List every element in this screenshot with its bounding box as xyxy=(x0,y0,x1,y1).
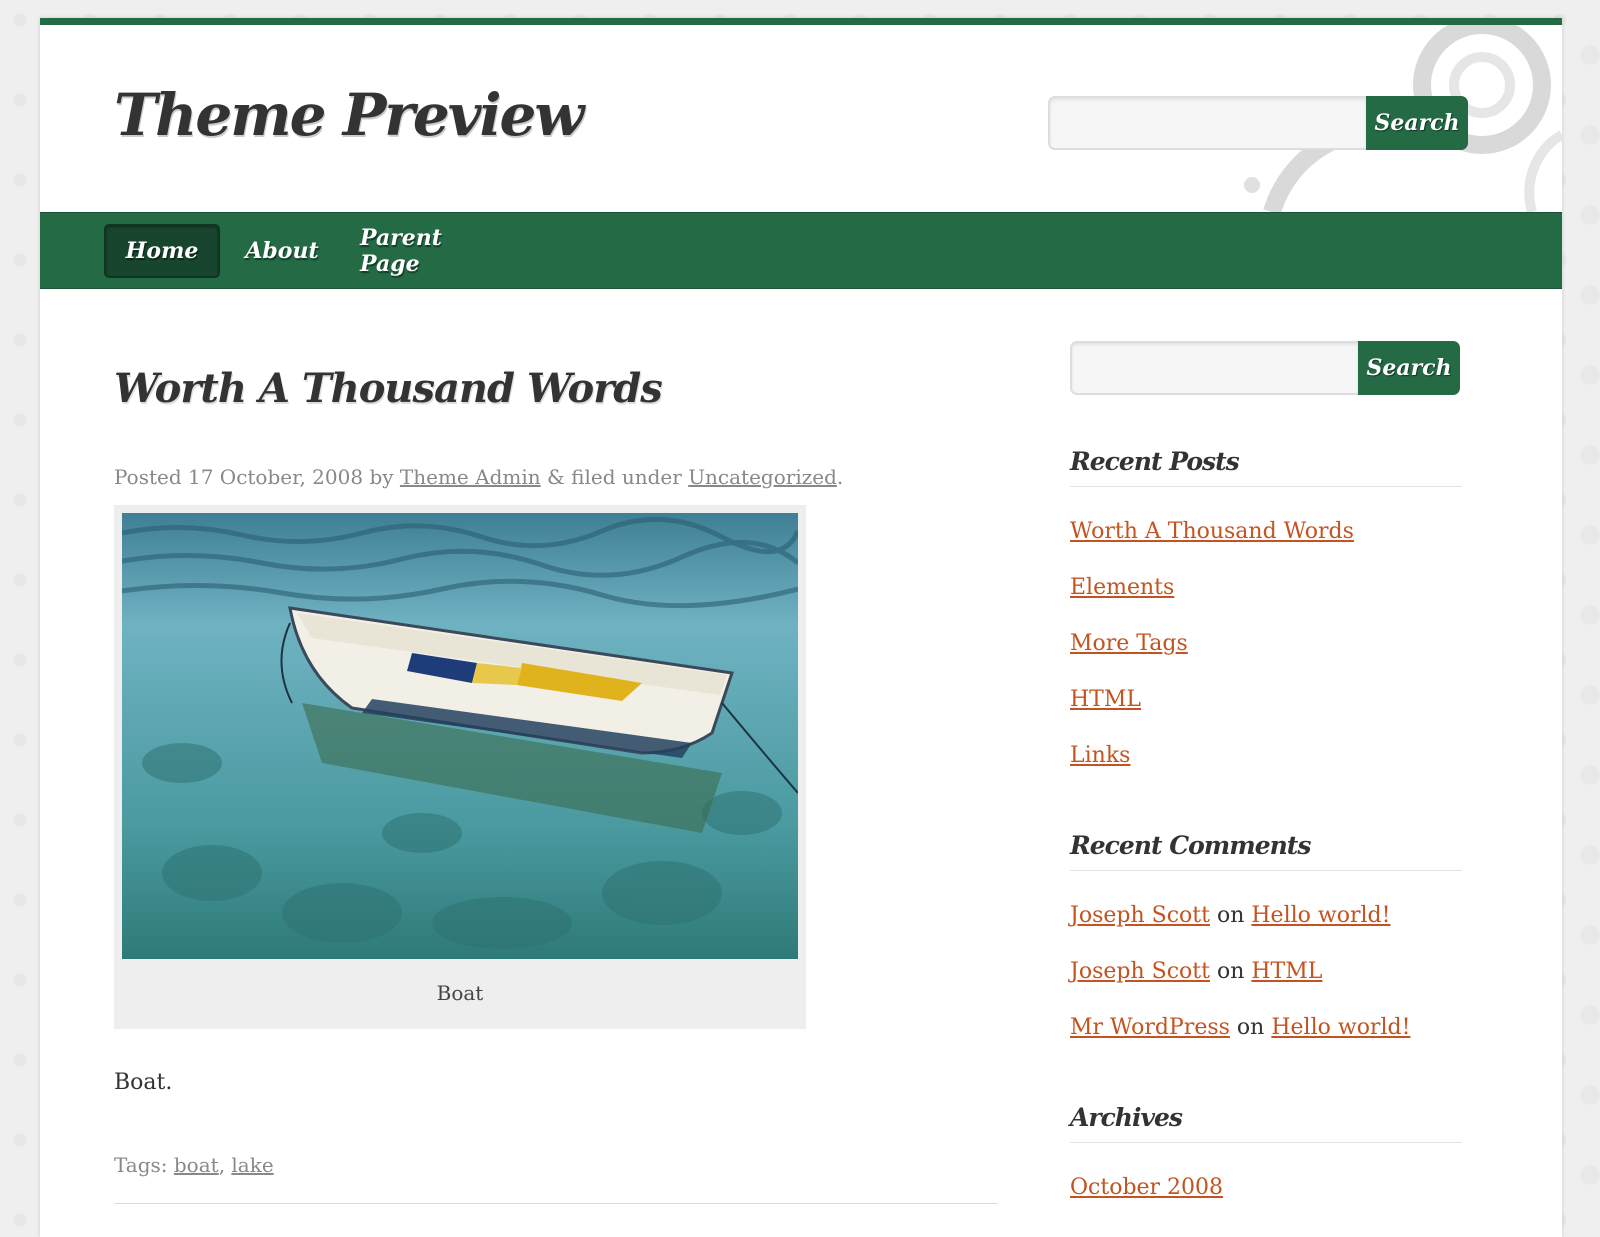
list-item: Links xyxy=(1070,741,1354,797)
recent-post-link[interactable]: Elements xyxy=(1070,575,1174,600)
nav-item-parent-page[interactable]: Parent Page xyxy=(360,224,500,278)
post-body-text: Boat. xyxy=(114,1070,173,1095)
nav-item-home[interactable]: Home xyxy=(104,224,220,278)
site-title[interactable]: Theme Preview xyxy=(114,81,584,149)
list-item: More Tags xyxy=(1070,629,1354,685)
list-item: October 2008 xyxy=(1070,1173,1223,1229)
tag-link-boat[interactable]: boat xyxy=(174,1153,219,1177)
main-navigation: Home About Parent Page xyxy=(40,212,1562,289)
recent-comments-list: Joseph Scott on Hello world! Joseph Scot… xyxy=(1070,901,1410,1069)
archives-title: Archives xyxy=(1070,1103,1462,1143)
image-caption: Boat xyxy=(436,981,484,1005)
list-item: Joseph Scott on HTML xyxy=(1070,957,1410,1013)
comment-post-link[interactable]: Hello world! xyxy=(1271,1015,1410,1040)
sidebar-search-button[interactable]: Search xyxy=(1358,341,1460,395)
list-item: HTML xyxy=(1070,685,1354,741)
comment-on-word: on xyxy=(1216,959,1245,984)
recent-post-link[interactable]: HTML xyxy=(1070,687,1141,712)
recent-posts-list: Worth A Thousand Words Elements More Tag… xyxy=(1070,517,1354,797)
comment-on-word: on xyxy=(1216,903,1245,928)
post-tags: Tags: boat, lake xyxy=(114,1153,274,1177)
comment-on-word: on xyxy=(1236,1015,1265,1040)
archive-link[interactable]: October 2008 xyxy=(1070,1175,1223,1200)
post-meta: Posted 17 October, 2008 by Theme Admin &… xyxy=(114,465,843,489)
comment-author-link[interactable]: Mr WordPress xyxy=(1070,1015,1230,1040)
list-item: Joseph Scott on Hello world! xyxy=(1070,901,1410,957)
list-item: Elements xyxy=(1070,573,1354,629)
sidebar-search-input[interactable] xyxy=(1070,341,1358,395)
tag-link-lake[interactable]: lake xyxy=(231,1153,273,1177)
post-meta-suffix: . xyxy=(836,465,844,489)
site-header: Theme Preview Search xyxy=(40,25,1562,212)
post-title[interactable]: Worth A Thousand Words xyxy=(114,365,663,412)
list-item: Mr WordPress on Hello world! xyxy=(1070,1013,1410,1069)
comment-post-link[interactable]: Hello world! xyxy=(1251,903,1390,928)
archives-list: October 2008 xyxy=(1070,1173,1223,1229)
recent-post-link[interactable]: More Tags xyxy=(1070,631,1188,656)
sidebar-search-form: Search xyxy=(1070,341,1460,395)
post-divider xyxy=(114,1203,998,1204)
post-meta-prefix: Posted 17 October, 2008 by xyxy=(114,465,394,489)
recent-posts-title: Recent Posts xyxy=(1070,447,1462,487)
header-search-button[interactable]: Search xyxy=(1366,96,1468,150)
comment-post-link[interactable]: HTML xyxy=(1251,959,1322,984)
page-container: Theme Preview Search Home About Parent P… xyxy=(40,18,1562,1237)
recent-post-link[interactable]: Links xyxy=(1070,743,1130,768)
post-author-link[interactable]: Theme Admin xyxy=(400,465,541,489)
tags-separator: , xyxy=(218,1153,226,1177)
boat-photo[interactable] xyxy=(122,513,798,959)
recent-post-link[interactable]: Worth A Thousand Words xyxy=(1070,519,1354,544)
tags-label: Tags: xyxy=(114,1153,168,1177)
post-meta-mid: & filed under xyxy=(546,465,682,489)
post-category-link[interactable]: Uncategorized xyxy=(688,465,837,489)
comment-author-link[interactable]: Joseph Scott xyxy=(1070,903,1210,928)
list-item: Worth A Thousand Words xyxy=(1070,517,1354,573)
post-figure: Boat xyxy=(114,505,806,1029)
header-search-input[interactable] xyxy=(1048,96,1366,150)
header-search-form: Search xyxy=(1048,96,1468,150)
recent-comments-title: Recent Comments xyxy=(1070,831,1462,871)
comment-author-link[interactable]: Joseph Scott xyxy=(1070,959,1210,984)
nav-item-about[interactable]: About xyxy=(240,224,324,278)
